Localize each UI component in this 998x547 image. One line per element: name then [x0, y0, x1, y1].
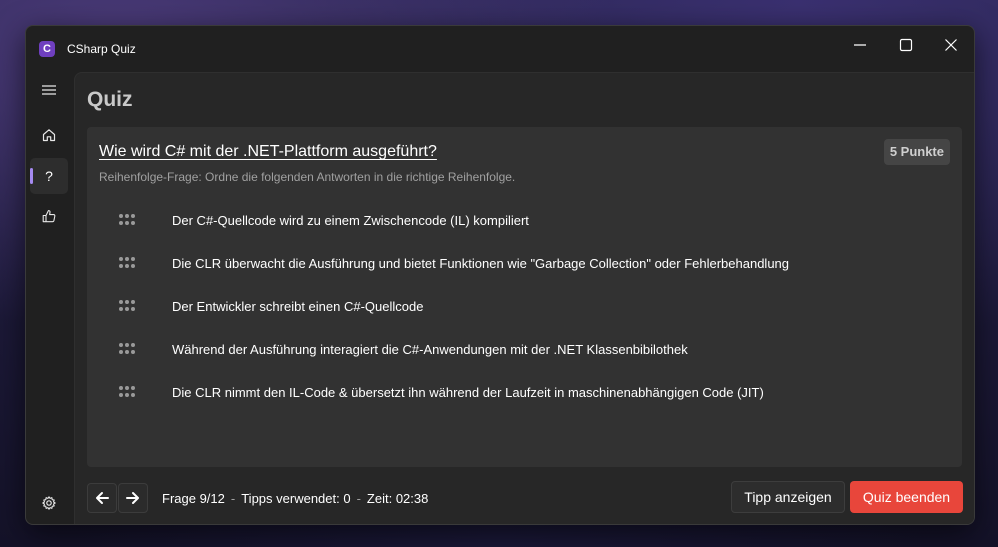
maximize-icon — [899, 38, 913, 52]
drag-handle-icon[interactable] — [119, 300, 137, 312]
question-card: Wie wird C# mit der .NET-Plattform ausge… — [87, 127, 962, 467]
nav-item-settings[interactable] — [30, 485, 68, 521]
answer-text: Die CLR nimmt den IL-Code & übersetzt ih… — [172, 385, 764, 400]
navigation-pane: ? — [26, 72, 74, 524]
page-title: Quiz — [87, 88, 133, 111]
show-hint-button[interactable]: Tipp anzeigen — [731, 481, 845, 513]
drag-handle-icon[interactable] — [119, 214, 137, 226]
next-question-button[interactable] — [118, 483, 148, 513]
drag-handle-icon[interactable] — [119, 343, 137, 355]
points-badge: 5 Punkte — [883, 139, 950, 165]
drag-handle-icon[interactable] — [119, 257, 137, 269]
quiz-footer: Frage 9/12- Tipps verwendet: 0- Zeit: 02:3… — [75, 479, 974, 524]
question-counter: Frage 9/12 — [162, 491, 225, 506]
nav-menu-toggle[interactable] — [30, 72, 68, 108]
arrow-left-icon — [96, 492, 109, 504]
end-quiz-button[interactable]: Quiz beenden — [850, 481, 963, 513]
thumbs-up-icon — [42, 209, 56, 223]
app-window: C CSharp Quiz ? Quiz Wie wird C# mit der… — [25, 25, 975, 525]
question-icon: ? — [45, 168, 53, 184]
nav-item-quiz[interactable]: ? — [30, 158, 68, 194]
quiz-status: Frage 9/12- Tipps verwendet: 0- Zeit: 02:3… — [162, 491, 428, 506]
question-title: Wie wird C# mit der .NET-Plattform ausge… — [99, 143, 437, 160]
previous-question-button[interactable] — [87, 483, 117, 513]
answer-item[interactable]: Die CLR nimmt den IL-Code & übersetzt ih… — [99, 374, 949, 410]
answer-item[interactable]: Der C#-Quellcode wird zu einem Zwischenc… — [99, 202, 949, 238]
content-area: Quiz Wie wird C# mit der .NET-Plattform … — [74, 72, 974, 524]
hamburger-menu-icon — [42, 85, 56, 95]
drag-handle-icon[interactable] — [119, 386, 137, 398]
answer-text: Der Entwickler schreibt einen C#-Quellco… — [172, 299, 424, 314]
nav-item-feedback[interactable] — [30, 198, 68, 234]
app-logo-letter: C — [43, 43, 51, 55]
answer-item[interactable]: Der Entwickler schreibt einen C#-Quellco… — [99, 288, 949, 324]
close-button[interactable] — [929, 30, 973, 60]
answer-text: Der C#-Quellcode wird zu einem Zwischenc… — [172, 213, 529, 228]
nav-item-home[interactable] — [30, 117, 68, 153]
maximize-button[interactable] — [884, 30, 928, 60]
window-title: CSharp Quiz — [67, 42, 136, 56]
status-separator: - — [356, 491, 361, 506]
elapsed-time: Zeit: 02:38 — [366, 491, 429, 506]
home-icon — [42, 129, 56, 142]
answer-item[interactable]: Während der Ausführung interagiert die C… — [99, 331, 949, 367]
answer-item[interactable]: Die CLR überwacht die Ausführung und bie… — [99, 245, 949, 281]
status-separator: - — [230, 491, 236, 506]
minimize-button[interactable] — [838, 30, 882, 60]
title-bar[interactable]: C CSharp Quiz — [26, 26, 974, 72]
app-logo-icon: C — [39, 41, 55, 57]
minimize-icon — [854, 44, 866, 46]
tips-used: Tipps verwendet: 0 — [241, 491, 351, 506]
question-instructions: Reihenfolge-Frage: Ordne die folgenden A… — [99, 170, 516, 184]
answer-text: Die CLR überwacht die Ausführung und bie… — [172, 256, 790, 271]
answer-text: Während der Ausführung interagiert die C… — [172, 342, 688, 357]
close-icon — [945, 39, 957, 51]
arrow-right-icon — [126, 492, 139, 504]
gear-icon — [42, 496, 56, 510]
